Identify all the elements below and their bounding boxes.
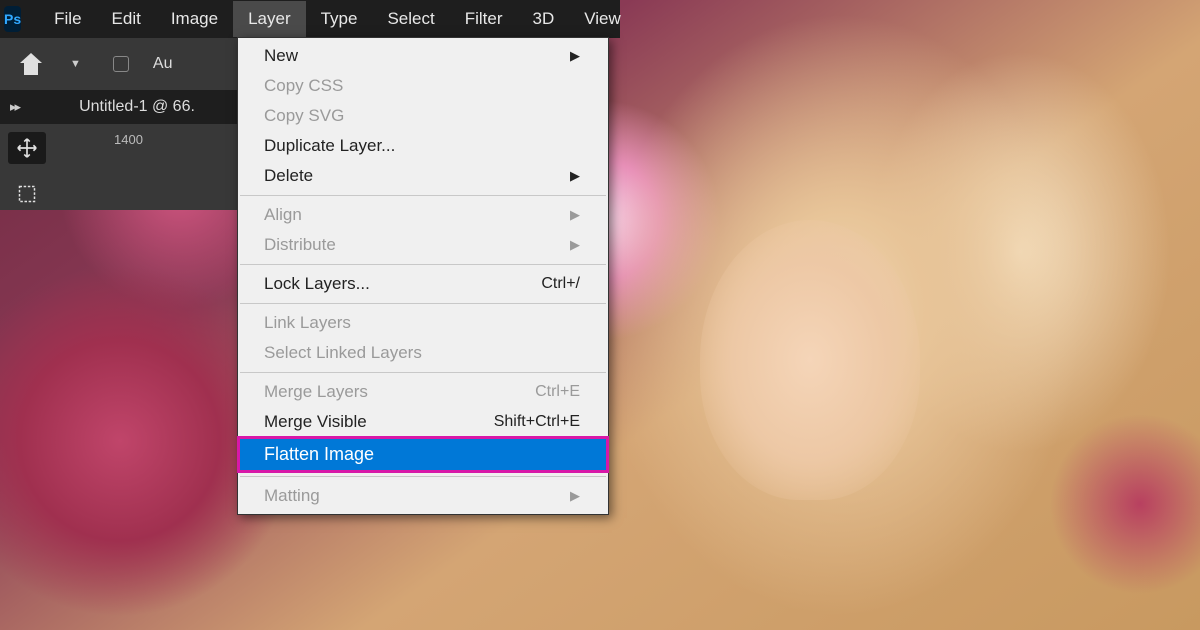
- tools-panel: [0, 124, 54, 210]
- horizontal-ruler[interactable]: 1400: [54, 124, 240, 210]
- menu-item-label: Select Linked Layers: [264, 343, 422, 363]
- menu-item-merge-visible[interactable]: Merge Visible Shift+Ctrl+E: [238, 407, 608, 437]
- menu-item-shortcut: Shift+Ctrl+E: [494, 413, 580, 431]
- menu-separator: [240, 303, 606, 304]
- menu-item-label: Duplicate Layer...: [264, 136, 395, 156]
- menu-filter[interactable]: Filter: [450, 1, 518, 37]
- marquee-tool-button[interactable]: [8, 178, 46, 210]
- menu-item-label: Distribute: [264, 235, 336, 255]
- menu-view[interactable]: View: [569, 1, 636, 37]
- menu-item-matting: Matting ▶: [238, 481, 608, 511]
- menu-item-label: Align: [264, 205, 302, 225]
- options-bar: ▼ Au: [0, 38, 240, 90]
- menu-item-duplicate-layer[interactable]: Duplicate Layer...: [238, 131, 608, 161]
- menu-item-copy-css: Copy CSS: [238, 71, 608, 101]
- chevron-down-icon: ▼: [70, 58, 81, 70]
- menu-separator: [240, 372, 606, 373]
- auto-select-label: Au: [153, 55, 173, 73]
- menu-item-delete[interactable]: Delete ▶: [238, 161, 608, 191]
- menu-separator: [240, 264, 606, 265]
- document-tab-bar: ▸▸ Untitled-1 @ 66.: [0, 90, 240, 124]
- submenu-arrow-icon: ▶: [570, 207, 580, 223]
- move-tool-button[interactable]: [8, 132, 46, 164]
- photoshop-logo-icon[interactable]: Ps: [4, 6, 21, 32]
- logo-text: Ps: [4, 11, 21, 27]
- menu-separator: [240, 195, 606, 196]
- menu-item-label: Matting: [264, 486, 320, 506]
- menu-type[interactable]: Type: [306, 1, 373, 37]
- submenu-arrow-icon: ▶: [570, 48, 580, 64]
- menu-item-shortcut: Ctrl+/: [541, 275, 580, 293]
- layer-menu-dropdown: New ▶ Copy CSS Copy SVG Duplicate Layer... De…: [237, 37, 609, 515]
- menu-item-label: Copy CSS: [264, 76, 343, 96]
- portrait-face-region: [700, 220, 920, 500]
- marquee-tool-icon: [17, 184, 37, 204]
- menu-item-label: Delete: [264, 166, 313, 186]
- menu-file[interactable]: File: [39, 1, 96, 37]
- menu-separator: [240, 476, 606, 477]
- menu-select[interactable]: Select: [372, 1, 449, 37]
- menu-item-label: Copy SVG: [264, 106, 344, 126]
- menu-item-copy-svg: Copy SVG: [238, 101, 608, 131]
- menu-edit[interactable]: Edit: [97, 1, 156, 37]
- expand-panels-icon[interactable]: ▸▸: [0, 99, 29, 115]
- menu-item-flatten-image[interactable]: Flatten Image: [238, 437, 608, 472]
- auto-select-checkbox[interactable]: [113, 56, 129, 72]
- menu-item-lock-layers[interactable]: Lock Layers... Ctrl+/: [238, 269, 608, 299]
- menu-item-label: Lock Layers...: [264, 274, 370, 294]
- menu-item-shortcut: Ctrl+E: [535, 383, 580, 401]
- home-icon[interactable]: [18, 53, 44, 75]
- menu-item-label: Flatten Image: [264, 444, 374, 465]
- menu-3d[interactable]: 3D: [518, 1, 570, 37]
- menu-item-select-linked-layers: Select Linked Layers: [238, 338, 608, 368]
- menu-item-label: Merge Layers: [264, 382, 368, 402]
- tool-preset-picker[interactable]: ▼: [66, 58, 81, 70]
- move-tool-icon: [16, 137, 38, 159]
- menu-image[interactable]: Image: [156, 1, 233, 37]
- menu-item-align: Align ▶: [238, 200, 608, 230]
- application-menubar: Ps FileEditImageLayerTypeSelectFilter3DV…: [0, 0, 620, 38]
- document-tab[interactable]: Untitled-1 @ 66.: [29, 98, 195, 116]
- menu-item-link-layers: Link Layers: [238, 308, 608, 338]
- menu-item-merge-layers: Merge Layers Ctrl+E: [238, 377, 608, 407]
- submenu-arrow-icon: ▶: [570, 488, 580, 504]
- ruler-tick-label: 1400: [114, 132, 143, 147]
- tools-ruler-area: 1400: [0, 124, 240, 210]
- menu-item-label: Link Layers: [264, 313, 351, 333]
- menu-item-new[interactable]: New ▶: [238, 41, 608, 71]
- menu-item-label: New: [264, 46, 298, 66]
- menu-layer[interactable]: Layer: [233, 1, 306, 37]
- menu-item-distribute: Distribute ▶: [238, 230, 608, 260]
- submenu-arrow-icon: ▶: [570, 168, 580, 184]
- submenu-arrow-icon: ▶: [570, 237, 580, 253]
- menu-item-label: Merge Visible: [264, 412, 367, 432]
